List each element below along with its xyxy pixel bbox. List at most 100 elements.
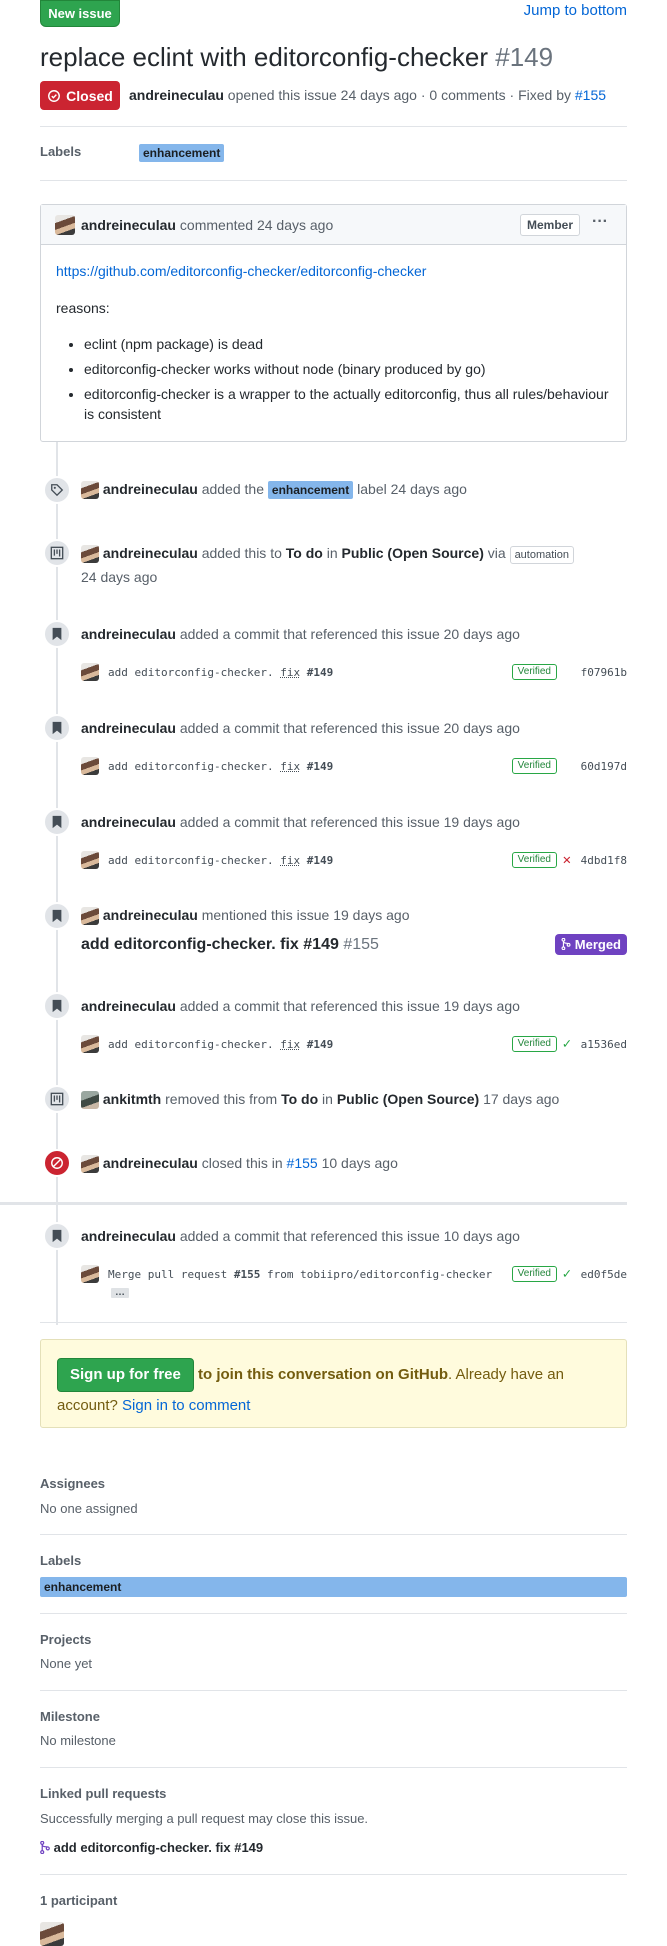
- assignees-title[interactable]: Assignees: [40, 1476, 105, 1491]
- commit-row: Merge pull request #155 from tobiipro/ed…: [81, 1264, 627, 1284]
- list-item: editorconfig-checker works without node …: [84, 359, 611, 379]
- issue-author-link[interactable]: andreineculau: [129, 87, 224, 103]
- event-user-link[interactable]: andreineculau: [103, 907, 198, 923]
- avatar[interactable]: [81, 1265, 99, 1283]
- avatar[interactable]: [81, 545, 99, 564]
- commit-sha-link[interactable]: ed0f5de: [581, 1268, 627, 1281]
- git-merge-icon: [561, 937, 571, 951]
- participants-title: 1 participant: [40, 1893, 118, 1908]
- event-text: in: [326, 545, 338, 561]
- event-text: removed this from: [165, 1091, 278, 1107]
- avatar[interactable]: [81, 1091, 99, 1110]
- event-user-link[interactable]: andreineculau: [81, 720, 176, 736]
- pr-title-text: add editorconfig-checker. fix #149: [81, 936, 339, 953]
- commit-ref-link[interactable]: #149: [307, 854, 334, 867]
- verified-badge[interactable]: Verified: [511, 852, 557, 868]
- project-link[interactable]: Public (Open Source): [337, 1091, 479, 1107]
- commit-ref-link[interactable]: #149: [307, 1038, 334, 1051]
- check-success-icon[interactable]: ✓: [563, 1266, 571, 1282]
- jump-to-bottom-link[interactable]: Jump to bottom: [524, 2, 627, 19]
- avatar[interactable]: [81, 1035, 99, 1053]
- commit-row: add editorconfig-checker. fix #149 Verif…: [81, 850, 627, 870]
- commit-event: andreineculau added a commit that refere…: [81, 626, 520, 642]
- labels-row-title: Labels: [40, 144, 82, 159]
- more-options-icon[interactable]: ···: [592, 213, 608, 231]
- fixed-by-link[interactable]: #155: [575, 87, 606, 103]
- event-text: label 24 days ago: [357, 481, 467, 497]
- event-user-link[interactable]: andreineculau: [81, 626, 176, 642]
- mentioned-pr-link[interactable]: add editorconfig-checker. fix #149 #155: [81, 936, 379, 954]
- expand-commit-button[interactable]: …: [111, 1288, 129, 1298]
- comment-body: https://github.com/editorconfig-checker/…: [41, 245, 626, 441]
- commit-message-link[interactable]: add editorconfig-checker. fix #149: [108, 1038, 333, 1051]
- commit-ref-link[interactable]: #149: [307, 760, 334, 773]
- commit-ref-link[interactable]: #155: [234, 1268, 261, 1281]
- member-badge: Member: [519, 214, 580, 236]
- circle-slash-icon: [51, 1157, 63, 1169]
- check-success-icon[interactable]: ✓: [563, 1036, 571, 1052]
- sign-up-button[interactable]: Sign up for free: [57, 1358, 194, 1392]
- avatar[interactable]: [81, 1155, 99, 1174]
- commit-row: add editorconfig-checker. fix #149 Verif…: [81, 1034, 627, 1054]
- avatar[interactable]: [81, 851, 99, 869]
- commit-message-link[interactable]: Merge pull request #155 from tobiipro/ed…: [108, 1268, 492, 1281]
- avatar[interactable]: [81, 757, 99, 775]
- git-merge-icon: [40, 1840, 50, 1855]
- timeline-badge-closed: [43, 1149, 71, 1177]
- event-user-link[interactable]: andreineculau: [103, 1155, 198, 1171]
- projects-title[interactable]: Projects: [40, 1632, 91, 1647]
- timeline-badge: [43, 902, 71, 930]
- comment-link[interactable]: https://github.com/editorconfig-checker/…: [56, 263, 426, 279]
- commit-message-link[interactable]: add editorconfig-checker. fix #149: [108, 666, 333, 679]
- event-user-link[interactable]: andreineculau: [81, 814, 176, 830]
- event-user-link[interactable]: andreineculau: [103, 481, 198, 497]
- event-user-link[interactable]: ankitmth: [103, 1091, 161, 1107]
- commit-ref-link[interactable]: #149: [307, 666, 334, 679]
- label-enhancement[interactable]: enhancement: [267, 481, 354, 499]
- avatar[interactable]: [55, 214, 75, 235]
- verified-badge[interactable]: Verified: [511, 758, 557, 774]
- timeline-badge: [43, 476, 71, 504]
- commit-sha-link[interactable]: a1536ed: [581, 1038, 627, 1051]
- commit-sha-link[interactable]: f07961b: [581, 666, 627, 679]
- verified-badge[interactable]: Verified: [511, 664, 557, 680]
- verified-badge[interactable]: Verified: [511, 1036, 557, 1052]
- commit-message-link[interactable]: add editorconfig-checker. fix #149: [108, 760, 333, 773]
- labels-title[interactable]: Labels: [40, 1553, 81, 1568]
- label-enhancement[interactable]: enhancement: [40, 1577, 627, 1597]
- project-icon: [50, 546, 64, 560]
- event-text: added the: [201, 481, 264, 497]
- merged-text: Merged: [574, 937, 621, 952]
- event-user-link[interactable]: andreineculau: [81, 998, 176, 1014]
- state-text: Closed: [66, 87, 113, 104]
- comment-author-link[interactable]: andreineculau: [81, 217, 176, 233]
- check-failed-icon[interactable]: ✕: [563, 852, 571, 868]
- commit-row: add editorconfig-checker. fix #149 Verif…: [81, 756, 627, 776]
- event-user-link[interactable]: andreineculau: [103, 545, 198, 561]
- project-link[interactable]: Public (Open Source): [342, 545, 484, 561]
- signup-prompt: Sign up for free to join this conversati…: [40, 1339, 627, 1428]
- avatar[interactable]: [81, 481, 99, 500]
- commit-message-link[interactable]: add editorconfig-checker. fix #149: [108, 854, 333, 867]
- milestone-title[interactable]: Milestone: [40, 1709, 100, 1724]
- comment-reasons: reasons:: [56, 300, 110, 316]
- commit-sha-link[interactable]: 4dbd1f8: [581, 854, 627, 867]
- avatar[interactable]: [81, 663, 99, 681]
- event-user-link[interactable]: andreineculau: [81, 1228, 176, 1244]
- commit-sha-link[interactable]: 60d197d: [581, 760, 627, 773]
- issue-title-text: replace eclint with editorconfig-checker: [40, 42, 488, 72]
- avatar[interactable]: [81, 907, 99, 926]
- linked-pr-link[interactable]: add editorconfig-checker. fix #149: [40, 1840, 263, 1855]
- label-enhancement[interactable]: enhancement: [139, 144, 225, 162]
- participant-avatar[interactable]: [40, 1922, 64, 1946]
- linked-prs-value: Successfully merging a pull request may …: [40, 1811, 369, 1826]
- bookmark-icon: [52, 999, 62, 1013]
- commit-msg-text: from tobiipro/editorconfig-checker: [266, 1267, 493, 1281]
- verified-badge[interactable]: Verified: [511, 1266, 557, 1282]
- divider: [40, 180, 627, 181]
- new-issue-button[interactable]: New issue: [40, 0, 120, 27]
- event-text: added a commit that referenced this issu…: [179, 1228, 520, 1244]
- sign-in-link[interactable]: Sign in to comment: [122, 1397, 250, 1414]
- commit-event: andreineculau added a commit that refere…: [81, 814, 520, 830]
- closing-pr-link[interactable]: #155: [287, 1155, 318, 1171]
